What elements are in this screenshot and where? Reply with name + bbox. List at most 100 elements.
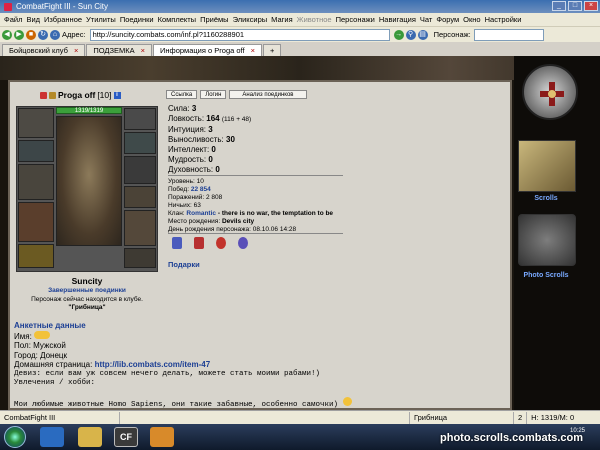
minimize-button[interactable]: _ (552, 1, 566, 11)
info-icon[interactable]: i (113, 91, 121, 99)
close-tab-icon[interactable]: × (141, 45, 145, 56)
profile-title: Анкетные данные (14, 321, 86, 330)
stop-icon[interactable]: ■ (26, 29, 36, 40)
birthplace-value: Devils city (221, 218, 255, 225)
back-icon[interactable]: ◀ (2, 29, 12, 40)
menu-item[interactable]: Приёмы (200, 15, 228, 24)
character-select[interactable] (473, 28, 544, 41)
address-bar: ◀ ▶ ■ ↻ ⌂ Адрес: http://suncity.combats.… (0, 26, 600, 42)
stat-value: 0 (215, 165, 220, 174)
boots-slot[interactable] (124, 248, 156, 268)
orb-badge-icon[interactable] (238, 237, 248, 249)
shield-slot[interactable] (124, 210, 156, 246)
menu-item[interactable]: Вид (26, 15, 40, 24)
divider (168, 233, 343, 234)
folder-icon[interactable] (78, 427, 102, 447)
shield-badge-icon[interactable] (172, 237, 182, 249)
bracers-slot[interactable] (18, 140, 54, 162)
earrings-slot[interactable] (124, 108, 156, 130)
menu-item[interactable]: Персонажи (336, 15, 375, 24)
scrolls-icon[interactable] (518, 140, 576, 192)
crest-badge-icon[interactable] (194, 237, 204, 249)
room-name: "Грибница" (68, 304, 106, 311)
stat-label: Ловкость: (168, 114, 205, 123)
maximize-button[interactable]: □ (568, 1, 582, 11)
gifts-link[interactable]: Подарки (168, 260, 200, 269)
emblem-icon (522, 64, 578, 120)
photo-scrolls-label[interactable]: Photo Scrolls (503, 272, 589, 279)
flower-badge-icon[interactable] (216, 237, 226, 249)
weapon-slot[interactable] (18, 164, 54, 200)
divider (168, 175, 343, 176)
profile-motto: Девиз: если вам уж совсем нечего делать,… (14, 369, 321, 378)
menu-item[interactable]: Файл (4, 15, 22, 24)
helmet-slot[interactable] (18, 108, 54, 138)
armor-slot[interactable] (18, 202, 54, 242)
start-button[interactable] (4, 426, 26, 448)
clan-link[interactable]: Romantic (186, 210, 216, 217)
media-player-icon[interactable] (150, 427, 174, 447)
stat-label: Интуиция: (168, 125, 206, 134)
window-titlebar: CombatFight III - Sun City _ □ × (0, 0, 600, 13)
stat-row: Интуиция: 3 (168, 125, 251, 135)
tab-club[interactable]: Бойцовский клуб × (2, 44, 86, 56)
cf-app-icon[interactable]: CF (114, 427, 138, 447)
ring-slots[interactable] (124, 156, 156, 184)
stat-row: Мудрость: 0 (168, 155, 251, 165)
homepage-link[interactable]: http://lib.combats.com/item-47 (95, 360, 211, 369)
app-icon (4, 2, 12, 11)
stone-border (0, 56, 600, 80)
menu-item[interactable]: Форум (436, 15, 459, 24)
tab-dungeon[interactable]: ПОДЗЕМКА × (86, 44, 153, 56)
menu-item[interactable]: Настройки (485, 15, 522, 24)
link-button[interactable]: Ссылка (166, 90, 198, 99)
profile-homepage-row: Домашняя страница: http://lib.combats.co… (14, 360, 352, 370)
menu-item[interactable]: Комплекты (158, 15, 197, 24)
address-label: Адрес: (62, 30, 86, 39)
menu-item[interactable]: Навигация (379, 15, 416, 24)
battle-analysis-button[interactable]: Анализ поединков (229, 90, 307, 99)
amulet-slot[interactable] (124, 132, 156, 154)
forward-icon[interactable]: ▶ (14, 29, 24, 40)
watermark: photo.scrolls.combats.com (440, 432, 584, 444)
birthplace-label: Место рождения: (168, 218, 221, 225)
go-icon[interactable]: → (393, 29, 404, 40)
menu-item[interactable]: Магия (271, 15, 293, 24)
close-button[interactable]: × (584, 1, 598, 11)
stat-value: 164 (206, 114, 220, 123)
search-icon[interactable]: ⚲ (405, 29, 416, 40)
stat-value: 3 (191, 104, 197, 113)
address-input[interactable]: http://suncity.combats.com/inf.pl?116028… (89, 28, 390, 41)
smiley-icon (34, 330, 51, 339)
tab-info[interactable]: Информация о Proga off × (153, 44, 262, 56)
gloves-slot[interactable] (124, 186, 156, 208)
finished-duels-link[interactable]: Завершенные поединки (16, 287, 158, 294)
clan-icon (49, 91, 56, 99)
new-tab-button[interactable]: + (262, 44, 282, 56)
menu-item[interactable]: Эликсиры (233, 15, 268, 24)
character-label: Персонаж: (433, 30, 471, 39)
menu-item[interactable]: Утилиты (86, 15, 116, 24)
browser-icon[interactable] (40, 427, 64, 447)
close-tab-icon[interactable]: × (74, 45, 78, 56)
status-app: CombatFight III (0, 411, 120, 424)
character-avatar (56, 116, 122, 246)
private-message-icon[interactable] (40, 91, 47, 99)
tab-label: ПОДЗЕМКА (93, 46, 135, 55)
profile-gender: Пол: Мужской (14, 341, 66, 350)
refresh-icon[interactable]: ↻ (38, 29, 48, 40)
close-tab-icon[interactable]: × (251, 45, 255, 56)
menu-item[interactable]: Чат (420, 15, 432, 24)
stat-value: 0 (211, 145, 216, 154)
print-icon[interactable]: ▤ (417, 29, 428, 40)
action-buttons: Ссылка Логин Анализ поединков (166, 90, 307, 99)
menu-item[interactable]: Поединки (120, 15, 154, 24)
home-icon[interactable]: ⌂ (50, 29, 60, 40)
login-button[interactable]: Логин (200, 90, 227, 99)
stat-value: 30 (226, 135, 235, 144)
menu-item[interactable]: Окно (463, 15, 480, 24)
photo-scrolls-icon[interactable] (518, 214, 576, 266)
belt-slot[interactable] (18, 244, 54, 268)
menu-item[interactable]: Избранное (44, 15, 82, 24)
scrolls-label[interactable]: Scrolls (503, 195, 589, 202)
